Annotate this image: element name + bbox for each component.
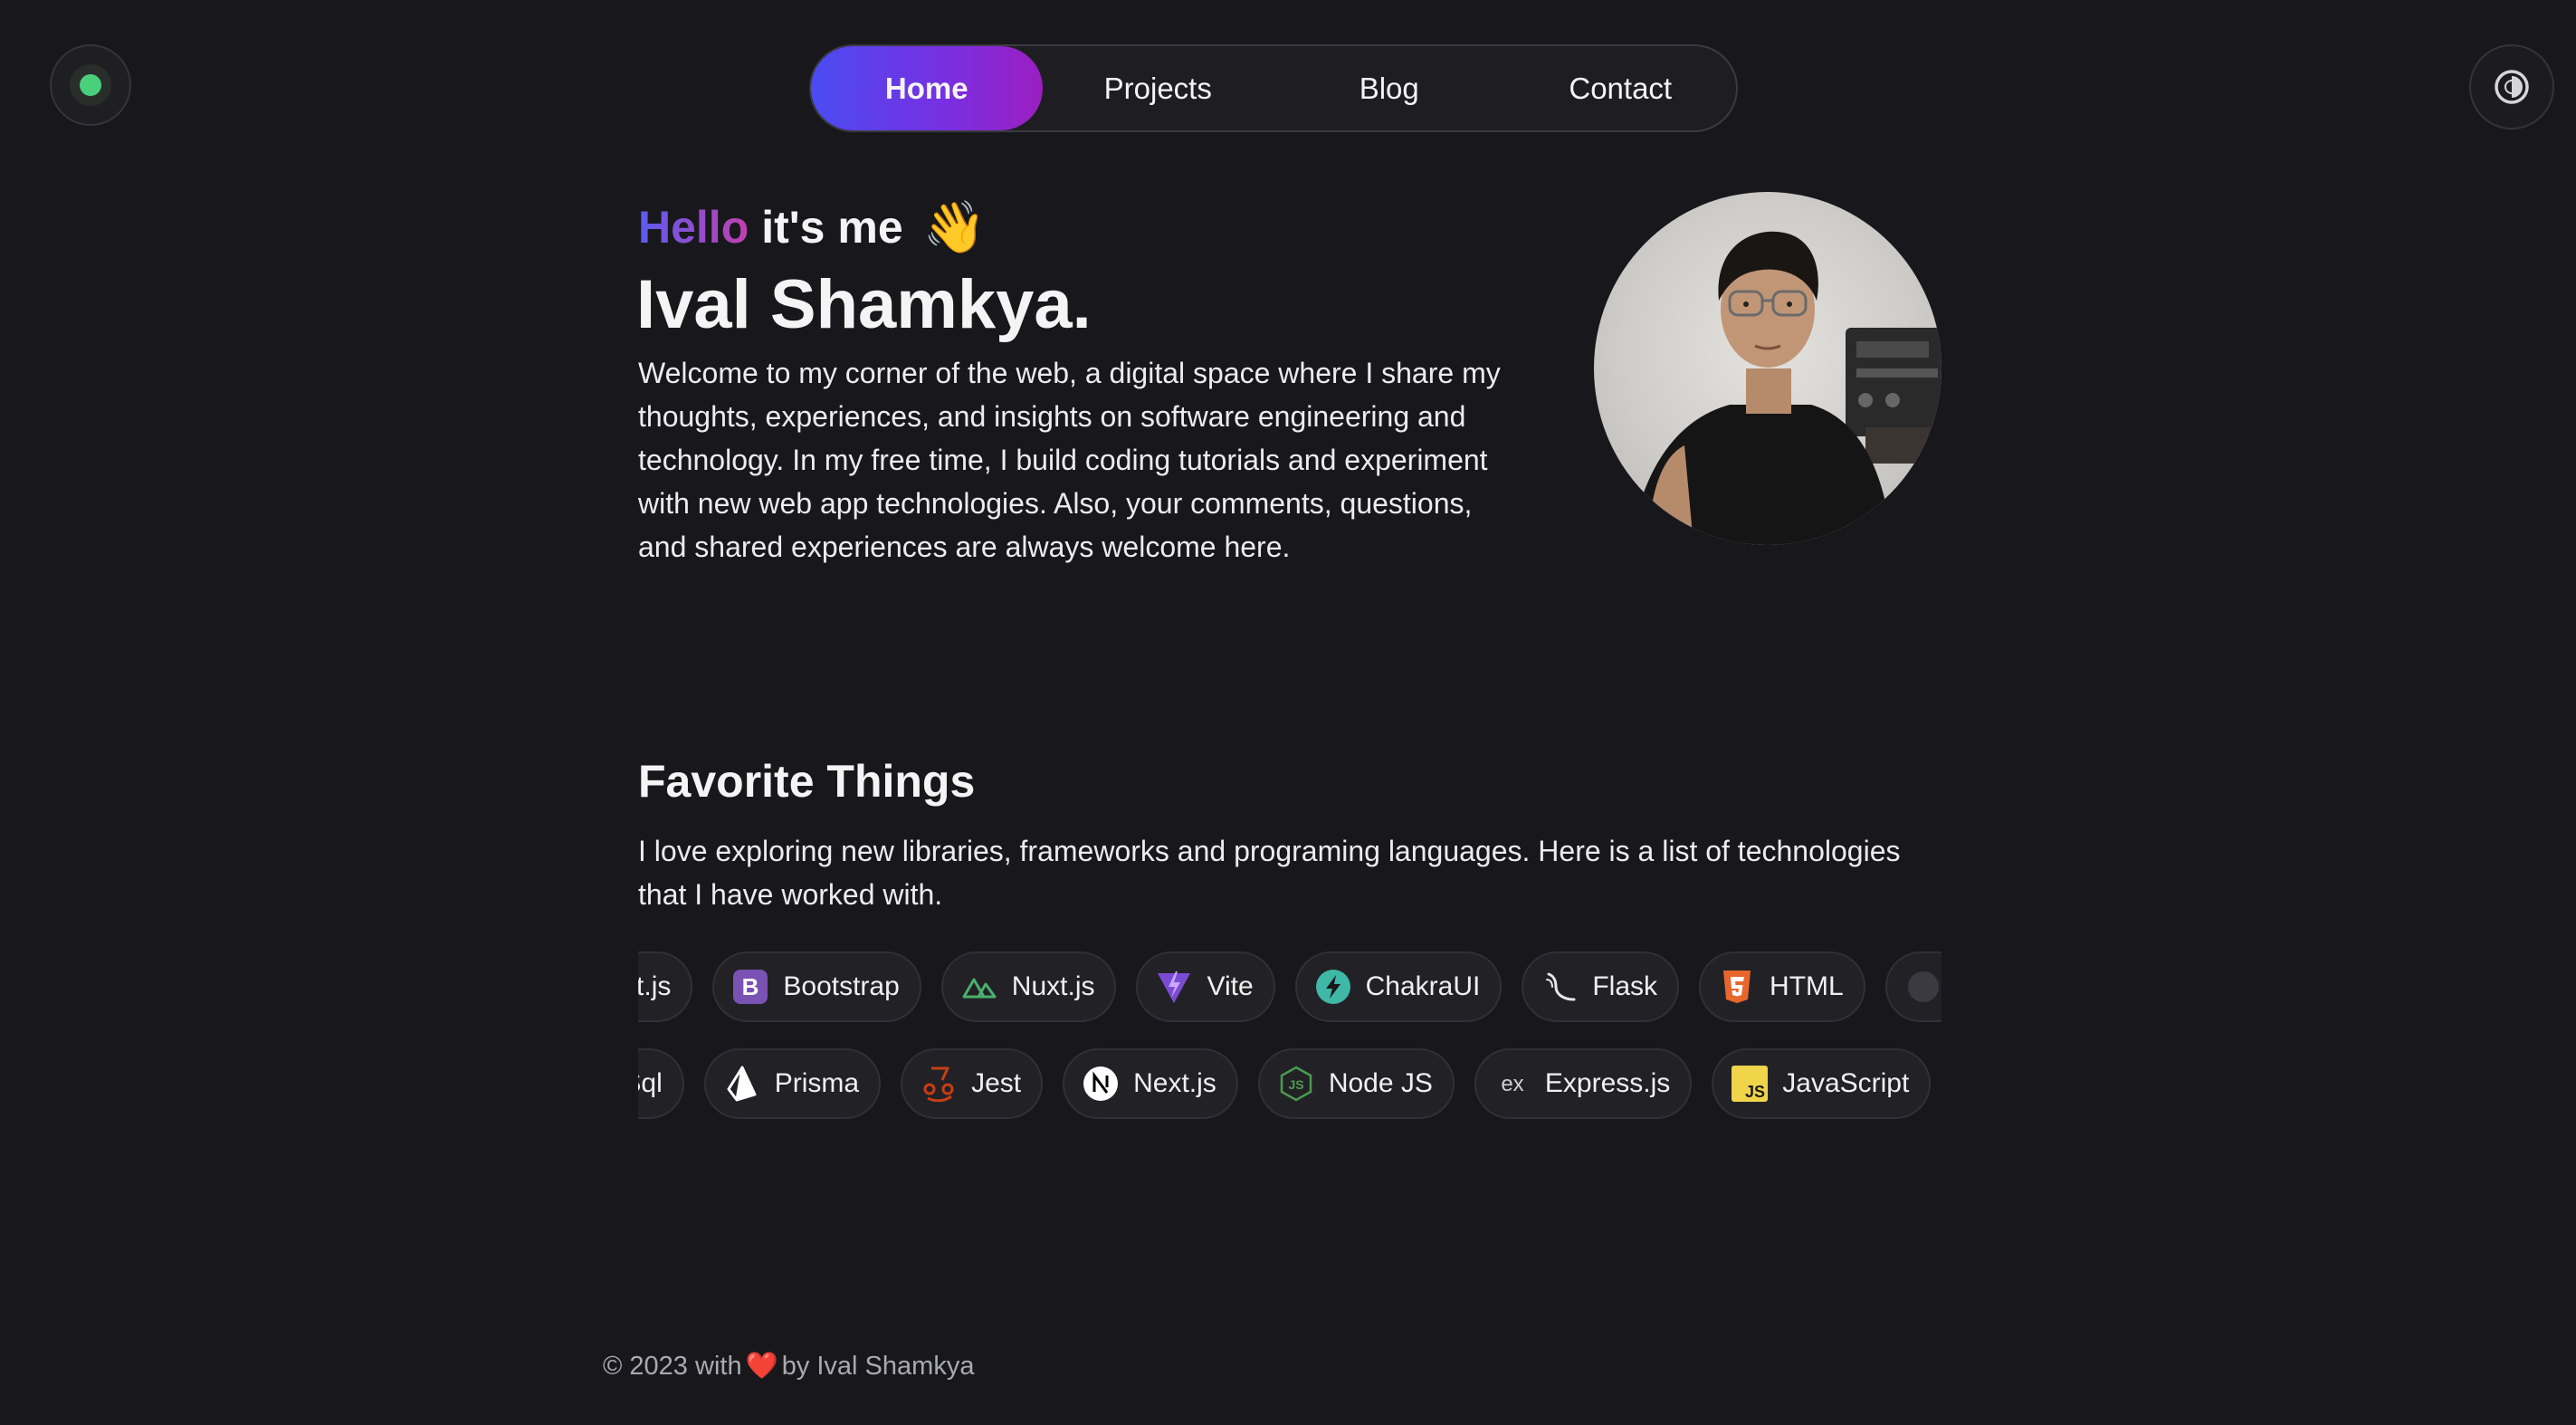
tech-chip-postgresql[interactable]: PostgreSql <box>638 1048 684 1119</box>
tech-chip-jest[interactable]: Jest <box>901 1048 1044 1119</box>
favorite-things-description: I love exploring new libraries, framewor… <box>638 835 1901 911</box>
tech-chip-html[interactable]: HTML <box>1699 952 1865 1022</box>
svg-text:JS: JS <box>1288 1077 1303 1092</box>
tech-label: Vite <box>1207 971 1254 1001</box>
theme-toggle-icon <box>2495 70 2529 104</box>
tech-chip-react[interactable]: React.js <box>638 952 693 1022</box>
greeting-highlight: Hello <box>638 202 749 253</box>
tech-chip-vite[interactable]: Vite <box>1136 952 1275 1022</box>
status-ring <box>70 64 111 106</box>
tech-label: React.js <box>638 971 672 1001</box>
intro-paragraph: Welcome to my corner of the web, a digit… <box>638 357 1501 563</box>
tech-label: Prisma <box>774 1068 860 1098</box>
tech-chip-flask[interactable]: Flask <box>1522 952 1680 1022</box>
tech-label: Jest <box>971 1068 1022 1098</box>
avatar <box>1594 192 1942 545</box>
greeting: Hello it's me 👋 <box>638 197 986 257</box>
tech-label: Bootstrap <box>783 971 900 1001</box>
tech-label: Nuxt.js <box>1011 971 1095 1001</box>
next-tech-icon <box>1905 969 1942 1005</box>
svg-text:JS: JS <box>1745 1083 1765 1101</box>
portfolio-page: Home Projects Blog Contact Hello it's me… <box>0 0 2576 1425</box>
vite-icon <box>1156 969 1192 1005</box>
html5-icon <box>1719 969 1755 1005</box>
tech-label: Next.js <box>1133 1068 1216 1098</box>
nodejs-icon: JS <box>1278 1066 1314 1102</box>
tech-track-1: React.js B Bootstrap Nuxt <box>638 952 1942 1022</box>
online-status-icon <box>80 74 101 96</box>
tech-chip-chakraui[interactable]: ChakraUI <box>1294 952 1503 1022</box>
greeting-text: it's me <box>761 202 903 253</box>
page-title: Ival Shamkya. <box>636 266 1092 343</box>
profile-photo-icon <box>1630 231 1942 545</box>
bootstrap-icon: B <box>732 969 768 1005</box>
nuxtjs-icon <box>961 969 997 1005</box>
tech-track-2: PostgreSql Prisma <box>638 1048 1932 1119</box>
main-nav: Home Projects Blog Contact <box>809 44 1738 132</box>
prisma-icon <box>724 1066 760 1102</box>
tech-marquee-row-1: React.js B Bootstrap Nuxt <box>638 952 1942 1024</box>
tech-label: Express.js <box>1544 1068 1671 1098</box>
tech-chip-nextjs[interactable]: Next.js <box>1063 1048 1238 1119</box>
copyright-text: © 2023 with <box>603 1351 742 1381</box>
favorite-things-heading: Favorite Things <box>638 756 976 807</box>
tech-label: PostgreSql <box>638 1068 663 1098</box>
tech-label: JavaScript <box>1782 1068 1910 1098</box>
flask-icon <box>1541 969 1578 1005</box>
tech-chip-javascript[interactable]: JS JavaScript <box>1712 1048 1932 1119</box>
chakraui-icon <box>1315 969 1351 1005</box>
nav-home[interactable]: Home <box>811 46 1043 130</box>
author-credit: by Ival Shamkya <box>781 1351 975 1381</box>
tech-chip-prisma[interactable]: Prisma <box>703 1048 882 1119</box>
tech-chip-expressjs[interactable]: ex Express.js <box>1474 1048 1693 1119</box>
svg-text:ex: ex <box>1501 1072 1523 1096</box>
jest-icon <box>921 1066 957 1102</box>
svg-text:B: B <box>742 973 759 1000</box>
tech-chip-next[interactable] <box>1884 952 1942 1022</box>
tech-marquee-row-2: PostgreSql Prisma <box>638 1048 1942 1121</box>
theme-toggle-button[interactable] <box>2469 44 2554 129</box>
tech-label: HTML <box>1770 971 1844 1001</box>
heart-icon: ❤️ <box>745 1352 778 1381</box>
tech-chip-nodejs[interactable]: JS Node JS <box>1257 1048 1455 1119</box>
expressjs-icon: ex <box>1494 1066 1531 1102</box>
nextjs-icon <box>1083 1066 1119 1102</box>
javascript-icon: JS <box>1732 1066 1769 1102</box>
nav-projects[interactable]: Projects <box>1043 46 1274 130</box>
tech-label: Flask <box>1592 971 1658 1001</box>
tech-label: ChakraUI <box>1365 971 1481 1001</box>
wave-icon: 👋 <box>922 198 987 255</box>
nav-contact[interactable]: Contact <box>1505 46 1737 130</box>
footer: © 2023 with ❤️ by Ival Shamkya <box>603 1351 974 1382</box>
tech-chip-bootstrap[interactable]: B Bootstrap <box>712 952 921 1022</box>
tech-label: Node JS <box>1328 1068 1433 1098</box>
nav-blog[interactable]: Blog <box>1274 46 1505 130</box>
status-indicator[interactable] <box>50 44 131 126</box>
tech-chip-nuxtjs[interactable]: Nuxt.js <box>940 952 1117 1022</box>
